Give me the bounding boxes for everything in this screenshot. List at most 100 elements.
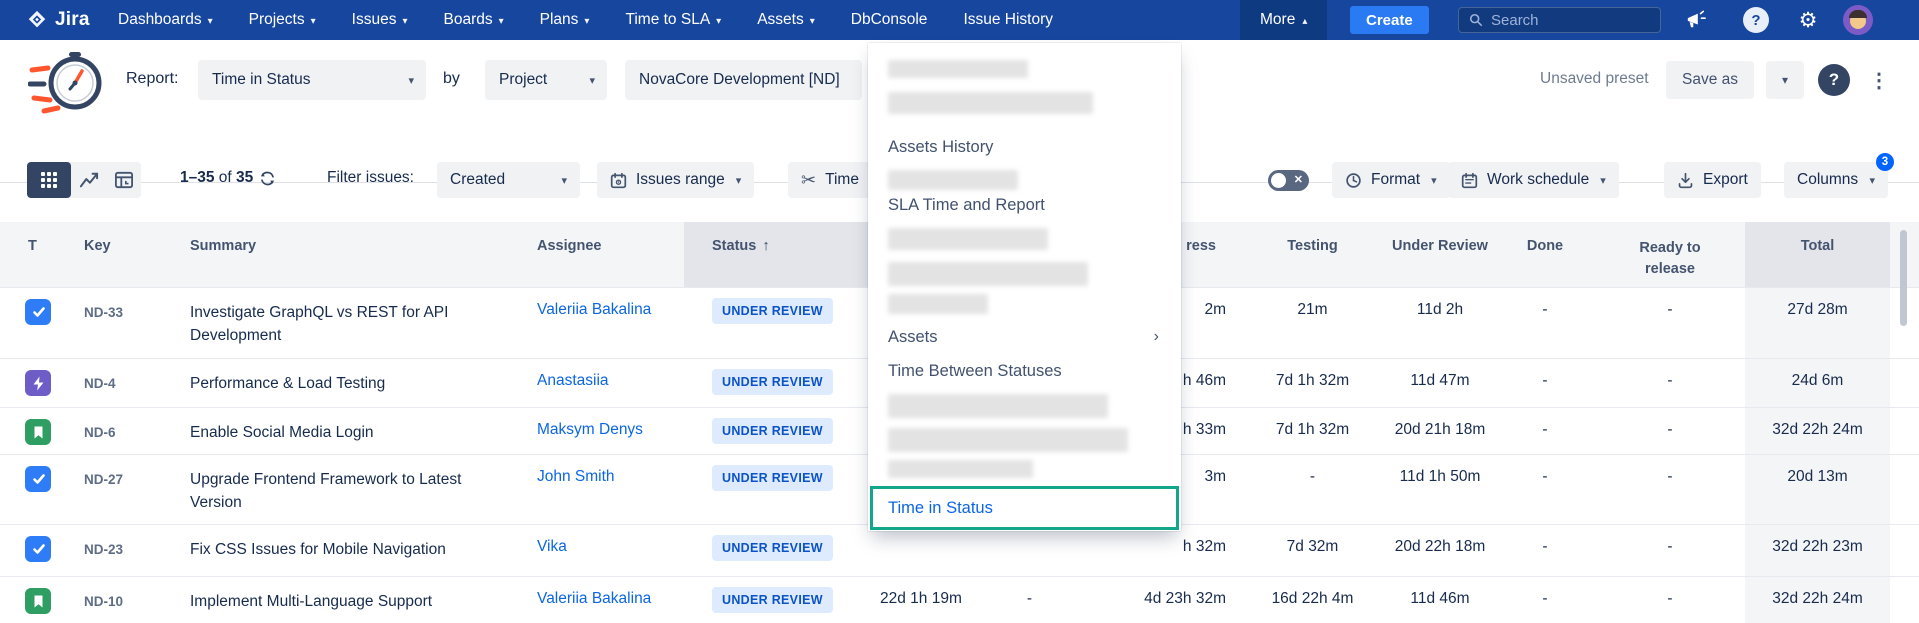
column-header-key[interactable]: Key (56, 222, 162, 287)
cell-testing: 7d 1h 32m (1240, 408, 1385, 454)
format-button[interactable]: Format ▾ (1332, 162, 1450, 198)
assignee-link[interactable]: Valeriia Bakalina (537, 590, 651, 607)
issue-count: 1–35 of 35 (180, 169, 276, 187)
top-navbar: Jira Dashboards▾Projects▾Issues▾Boards▾P… (0, 0, 1919, 40)
nav-item-dbconsole[interactable]: DbConsole (851, 11, 928, 29)
assignee-link[interactable]: Maksym Denys (537, 421, 643, 438)
refresh-icon[interactable] (259, 170, 276, 187)
assignee-link[interactable]: Anastasiia (537, 372, 609, 389)
status-badge: UNDER REVIEW (712, 418, 833, 444)
cell-total: 32d 22h 24m (1745, 408, 1890, 454)
menu-item-assets[interactable]: Assets (888, 328, 938, 347)
report-type-select[interactable]: Time in Status ▾ (198, 60, 426, 100)
column-header-total[interactable]: Total (1745, 222, 1890, 287)
menu-item-redacted[interactable] (888, 294, 988, 314)
menu-item-redacted[interactable] (888, 170, 1018, 190)
menu-item-redacted[interactable] (888, 228, 1048, 250)
menu-item-redacted[interactable] (888, 262, 1088, 286)
report-help-button[interactable]: ? (1818, 64, 1850, 96)
cell-under-review: 11d 1h 50m (1385, 455, 1495, 524)
chevron-down-icon: ▾ (402, 16, 407, 27)
export-button[interactable]: Export (1664, 162, 1761, 198)
menu-item-redacted[interactable] (888, 60, 1028, 78)
assignee-link[interactable]: Vika (537, 538, 567, 555)
column-header-status[interactable]: Status↑ (684, 222, 868, 287)
nav-item-projects[interactable]: Projects▾ (249, 11, 316, 29)
cell-assignee: Maksym Denys (537, 408, 684, 454)
columns-button[interactable]: Columns ▾ (1784, 162, 1888, 198)
nav-item-label: Dashboards (118, 11, 202, 29)
nav-item-boards[interactable]: Boards▾ (443, 11, 503, 29)
menu-item-time-between-statuses[interactable]: Time Between Statuses (888, 362, 1062, 381)
issues-range-button[interactable]: Issues range ▾ (597, 162, 754, 198)
jira-logo[interactable]: Jira (26, 0, 90, 40)
epic-type-icon (25, 370, 51, 396)
more-options-button[interactable]: ⋮ (1864, 64, 1894, 96)
save-as-dropdown-button[interactable]: ▾ (1766, 61, 1804, 99)
sort-ascending-icon: ↑ (762, 238, 769, 254)
cell-testing: 21m (1240, 288, 1385, 358)
menu-item-redacted[interactable] (888, 394, 1108, 418)
nav-item-assets[interactable]: Assets▾ (757, 11, 815, 29)
nav-item-dashboards[interactable]: Dashboards▾ (118, 11, 213, 29)
nav-more-label: More (1260, 11, 1295, 29)
cell-ready-to-release: - (1595, 359, 1745, 407)
nav-item-more[interactable]: More ▴ (1240, 0, 1327, 40)
pivot-view-button[interactable] (106, 162, 141, 198)
create-button[interactable]: Create (1350, 6, 1429, 34)
cell-type (0, 408, 56, 454)
nav-item-label: DbConsole (851, 11, 928, 29)
menu-item-assets-history[interactable]: Assets History (888, 138, 993, 157)
count-of: of (219, 169, 232, 186)
nav-item-plans[interactable]: Plans▾ (540, 11, 590, 29)
cell-total: 27d 28m (1745, 288, 1890, 358)
cell-issue-key: ND-4 (56, 359, 162, 407)
chart-view-button[interactable] (71, 162, 106, 198)
column-header-testing[interactable]: Testing (1240, 222, 1385, 287)
settings-button[interactable]: ⚙ (1790, 0, 1826, 40)
status-badge: UNDER REVIEW (712, 369, 833, 395)
project-select[interactable]: NovaCore Development [ND] (625, 60, 862, 100)
question-mark-icon: ? (1743, 7, 1769, 33)
cell-status: UNDER REVIEW (684, 577, 868, 623)
menu-item-sla-time-and-report[interactable]: SLA Time and Report (888, 196, 1045, 215)
work-schedule-button[interactable]: Work schedule ▾ (1448, 162, 1619, 198)
nav-item-issues[interactable]: Issues▾ (352, 11, 408, 29)
project-value: NovaCore Development [ND] (639, 71, 840, 89)
nav-item-issue-history[interactable]: Issue History (963, 11, 1053, 29)
column-header-ready-to-release[interactable]: Ready to release (1595, 222, 1745, 287)
column-header-type[interactable]: T (0, 222, 56, 287)
filter-field-select[interactable]: Created ▾ (437, 162, 580, 198)
chevron-down-icon: ▾ (499, 16, 504, 27)
brand-name: Jira (55, 9, 90, 31)
search-input[interactable]: Search (1458, 7, 1661, 33)
announcement-button[interactable] (1678, 0, 1714, 40)
menu-item-time-in-status[interactable]: Time in Status (888, 499, 993, 518)
cell-hidden-1: 22d 1h 19m (868, 577, 982, 623)
vertical-scrollbar[interactable] (1900, 230, 1907, 326)
save-as-button[interactable]: Save as (1666, 61, 1754, 99)
nav-item-time-to-sla[interactable]: Time to SLA▾ (625, 11, 721, 29)
help-button[interactable]: ? (1738, 0, 1774, 40)
column-header-assignee[interactable]: Assignee (537, 222, 684, 287)
display-toggle[interactable]: ✕ (1268, 170, 1309, 191)
group-by-select[interactable]: Project ▾ (485, 60, 607, 100)
menu-item-redacted[interactable] (888, 460, 1033, 478)
menu-item-redacted[interactable] (888, 92, 1093, 114)
menu-item-redacted[interactable] (888, 428, 1128, 452)
column-header-done[interactable]: Done (1495, 222, 1595, 287)
cell-under-review: 11d 47m (1385, 359, 1495, 407)
column-header-summary[interactable]: Summary (162, 222, 537, 287)
cell-issue-key: ND-10 (56, 577, 162, 623)
export-label: Export (1703, 171, 1748, 189)
user-avatar[interactable] (1838, 0, 1878, 40)
grid-icon (41, 172, 57, 188)
assignee-link[interactable]: Valeriia Bakalina (537, 301, 651, 318)
format-clock-icon (1345, 172, 1362, 189)
grid-view-button[interactable] (27, 162, 71, 198)
avatar-icon (1843, 5, 1873, 35)
assignee-link[interactable]: John Smith (537, 468, 615, 485)
column-header-under-review[interactable]: Under Review (1385, 222, 1495, 287)
search-placeholder: Search (1491, 12, 1539, 29)
nav-item-label: Time to SLA (625, 11, 710, 29)
